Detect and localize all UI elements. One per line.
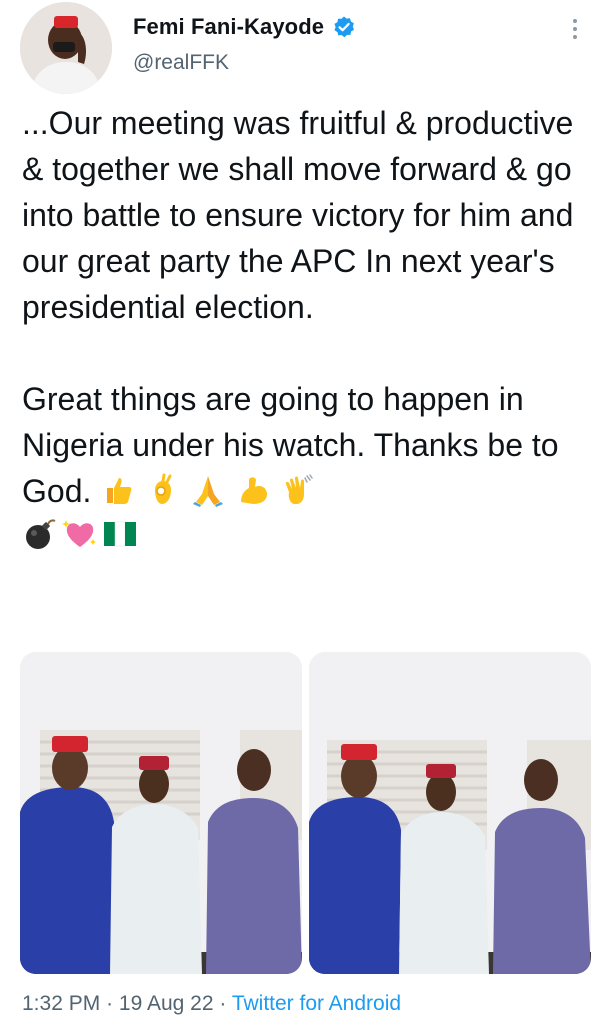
nigeria-flag-icon (104, 521, 136, 547)
tweet-paragraph: Great things are going to happen in Nige… (22, 376, 594, 514)
flexed-biceps-icon (240, 477, 267, 504)
tweet-time[interactable]: 1:32 PM (22, 992, 100, 1015)
bomb-icon (26, 519, 56, 549)
tweet-meta: 1:32 PM · 19 Aug 22 · Twitter for Androi… (22, 992, 401, 1016)
tweet-source-link[interactable]: Twitter for Android (232, 992, 401, 1015)
avatar[interactable] (20, 2, 112, 94)
handle[interactable]: @realFFK (133, 51, 356, 75)
tweet-photo-2[interactable] (309, 652, 591, 974)
emoji-row (22, 516, 594, 552)
tweet-date[interactable]: 19 Aug 22 (119, 992, 214, 1015)
group-photo-image (309, 652, 591, 974)
meta-separator: · (106, 992, 114, 1015)
meta-separator: · (219, 992, 227, 1015)
group-photo-image (20, 652, 302, 974)
display-name[interactable]: Femi Fani-Kayode (133, 14, 324, 40)
thumbs-up-icon (107, 478, 132, 504)
tweet-paragraph: ...Our meeting was fruitful & productive… (22, 105, 574, 325)
waving-hand-icon (285, 474, 313, 505)
verified-badge-icon (332, 15, 356, 39)
emoji-group (100, 473, 316, 509)
avatar-image (20, 2, 112, 94)
ok-hand-icon (155, 473, 172, 504)
sparkling-heart-icon (62, 520, 96, 547)
tweet-text: ...Our meeting was fruitful & productive… (22, 100, 594, 552)
tweet-photo-1[interactable] (20, 652, 302, 974)
more-options-icon[interactable] (563, 12, 587, 46)
folded-hands-icon (193, 476, 224, 507)
tweet-author: Femi Fani-Kayode @realFFK (133, 14, 356, 75)
